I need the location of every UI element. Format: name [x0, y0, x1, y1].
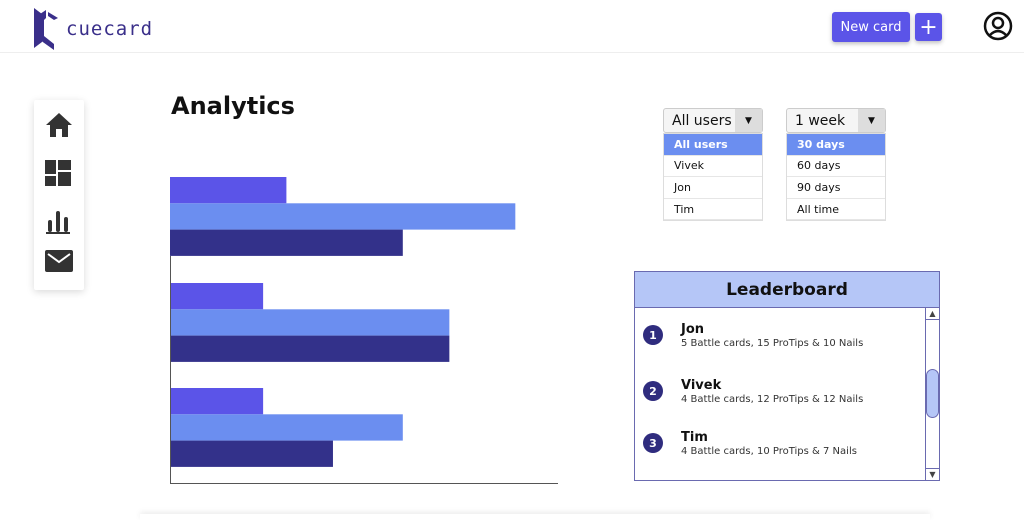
- leaderboard-scrollbar[interactable]: ▲ ▼: [925, 308, 939, 480]
- leaderboard-detail: 5 Battle cards, 15 ProTips & 10 Nails: [681, 338, 864, 349]
- bar: [170, 283, 264, 310]
- chevron-down-icon[interactable]: ▼: [858, 109, 885, 132]
- leaderboard-name: Jon: [681, 322, 705, 337]
- leaderboard-title: Leaderboard: [635, 272, 939, 308]
- bar: [170, 309, 450, 336]
- leaderboard-detail: 4 Battle cards, 10 ProTips & 7 Nails: [681, 446, 857, 457]
- leaderboard-name: Tim: [681, 430, 708, 445]
- rank-badge: 1: [643, 325, 663, 345]
- scroll-up-icon[interactable]: ▲: [926, 308, 939, 320]
- user-option[interactable]: Tim: [664, 199, 762, 221]
- bar: [170, 440, 333, 467]
- user-option[interactable]: All users: [664, 134, 762, 156]
- period-select[interactable]: 1 week ▼: [786, 108, 886, 133]
- period-option[interactable]: 90 days: [787, 177, 885, 199]
- period-option[interactable]: 60 days: [787, 156, 885, 178]
- user-option[interactable]: Jon: [664, 177, 762, 199]
- leaderboard-item[interactable]: 1 Jon 5 Battle cards, 15 ProTips & 10 Nai…: [643, 322, 863, 349]
- scrollbar-thumb[interactable]: [926, 369, 939, 418]
- bar: [170, 335, 450, 362]
- period-dropdown-menu: 30 days 60 days 90 days All time: [786, 133, 886, 222]
- bar: [170, 388, 264, 415]
- period-select-value: 1 week: [795, 112, 846, 129]
- rank-badge: 3: [643, 433, 663, 453]
- chevron-down-icon[interactable]: ▼: [735, 109, 762, 132]
- scroll-down-icon[interactable]: ▼: [926, 468, 939, 480]
- bar: [170, 229, 403, 256]
- leaderboard-detail: 4 Battle cards, 12 ProTips & 12 Nails: [681, 394, 864, 405]
- bar: [170, 203, 516, 230]
- user-dropdown-menu: All users Vivek Jon Tim: [663, 133, 763, 222]
- leaderboard-item[interactable]: 2 Vivek 4 Battle cards, 12 ProTips & 12 N…: [643, 378, 863, 405]
- bar: [170, 414, 403, 441]
- leaderboard-item[interactable]: 3 Tim 4 Battle cards, 10 ProTips & 7 Nail…: [643, 430, 857, 457]
- user-select-value: All users: [672, 112, 732, 129]
- period-option[interactable]: All time: [787, 199, 885, 221]
- user-option[interactable]: Vivek: [664, 156, 762, 178]
- rank-badge: 2: [643, 381, 663, 401]
- leaderboard-panel: Leaderboard 1 Jon 5 Battle cards, 15 ProT…: [634, 271, 940, 481]
- user-select[interactable]: All users ▼: [663, 108, 763, 133]
- footer-divider: [140, 514, 930, 520]
- period-option[interactable]: 30 days: [787, 134, 885, 156]
- bar: [170, 177, 287, 204]
- leaderboard-name: Vivek: [681, 378, 722, 393]
